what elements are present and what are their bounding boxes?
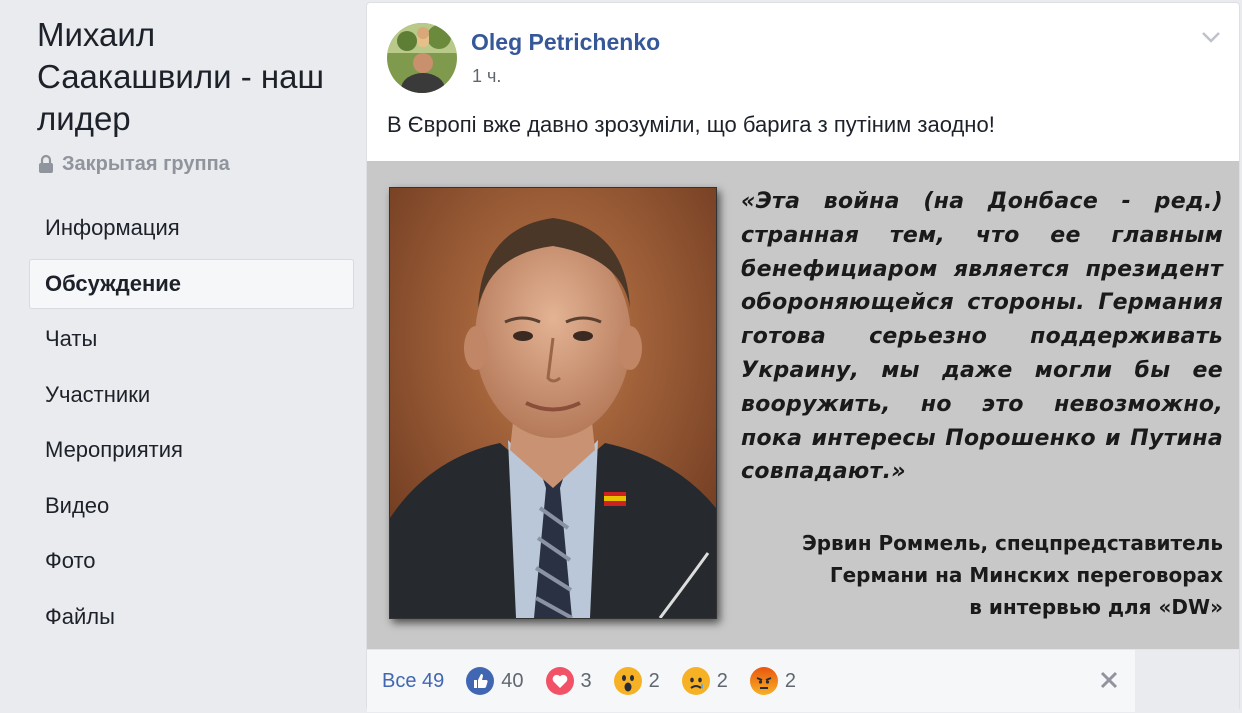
- nav-item-members[interactable]: Участники: [29, 370, 354, 420]
- attribution-line: в интервью для «DW»: [969, 595, 1223, 619]
- reactions-all-tab[interactable]: Все 49: [382, 670, 444, 693]
- nav-item-chats[interactable]: Чаты: [29, 314, 354, 364]
- lock-icon: [39, 154, 53, 173]
- wow-icon: [613, 667, 642, 695]
- reaction-wow[interactable]: 2: [613, 667, 660, 695]
- post-text: В Європі вже давно зрозуміли, що барига …: [387, 112, 995, 137]
- image-attribution: Эрвин Роммель, спецпредставитель Германи…: [802, 527, 1223, 623]
- nav-item-files[interactable]: Файлы: [29, 592, 354, 642]
- love-icon: [545, 667, 574, 695]
- nav-item-videos[interactable]: Видео: [29, 481, 354, 531]
- attribution-line: Эрвин Роммель, спецпредставитель: [802, 531, 1223, 555]
- reaction-count: 2: [648, 669, 660, 692]
- reaction-count: 40: [501, 669, 524, 692]
- post-timestamp[interactable]: 1 ч.: [472, 66, 501, 87]
- portrait-photo: [389, 187, 717, 619]
- post-image[interactable]: «Эта война (на Донбасе - ред.) странная …: [367, 161, 1239, 649]
- like-icon: [466, 667, 495, 695]
- reaction-angry[interactable]: 2: [749, 667, 797, 695]
- attribution-line: Германи на Минских переговорах: [829, 563, 1223, 587]
- image-quote: «Эта война (на Донбасе - ред.) странная …: [741, 189, 1223, 485]
- reaction-count: 2: [784, 669, 797, 692]
- reaction-like[interactable]: 40: [466, 667, 524, 695]
- reaction-count: 3: [580, 669, 592, 692]
- nav-item-info[interactable]: Информация: [29, 203, 354, 253]
- author-name[interactable]: Oleg Petrichenko: [471, 29, 660, 56]
- nav-item-photos[interactable]: Фото: [29, 536, 354, 586]
- group-privacy: Закрытая группа: [38, 150, 230, 178]
- close-icon[interactable]: [1097, 668, 1121, 692]
- reactions-side-panel: [1135, 650, 1239, 713]
- post-card: Oleg Petrichenko 1 ч. В Європі вже давно…: [366, 2, 1240, 713]
- nav-item-discussion[interactable]: Обсуждение: [29, 258, 354, 309]
- sad-icon: [681, 667, 710, 695]
- reactions-bar: Все 49 40 3 2 2 2: [367, 649, 1239, 713]
- group-privacy-label: Закрытая группа: [62, 152, 230, 175]
- group-nav: Информация Обсуждение Чаты Участники Мер…: [29, 203, 354, 647]
- reaction-love[interactable]: 3: [545, 667, 592, 695]
- group-title[interactable]: Михаил Саакашвили - наш лидер: [37, 14, 357, 140]
- reaction-sad[interactable]: 2: [681, 667, 728, 695]
- reaction-count: 2: [716, 669, 728, 692]
- chevron-down-icon[interactable]: [1197, 23, 1225, 51]
- author-avatar[interactable]: [387, 23, 457, 93]
- angry-icon: [749, 667, 778, 695]
- nav-item-events[interactable]: Мероприятия: [29, 425, 354, 475]
- avatar-photo: [387, 23, 457, 93]
